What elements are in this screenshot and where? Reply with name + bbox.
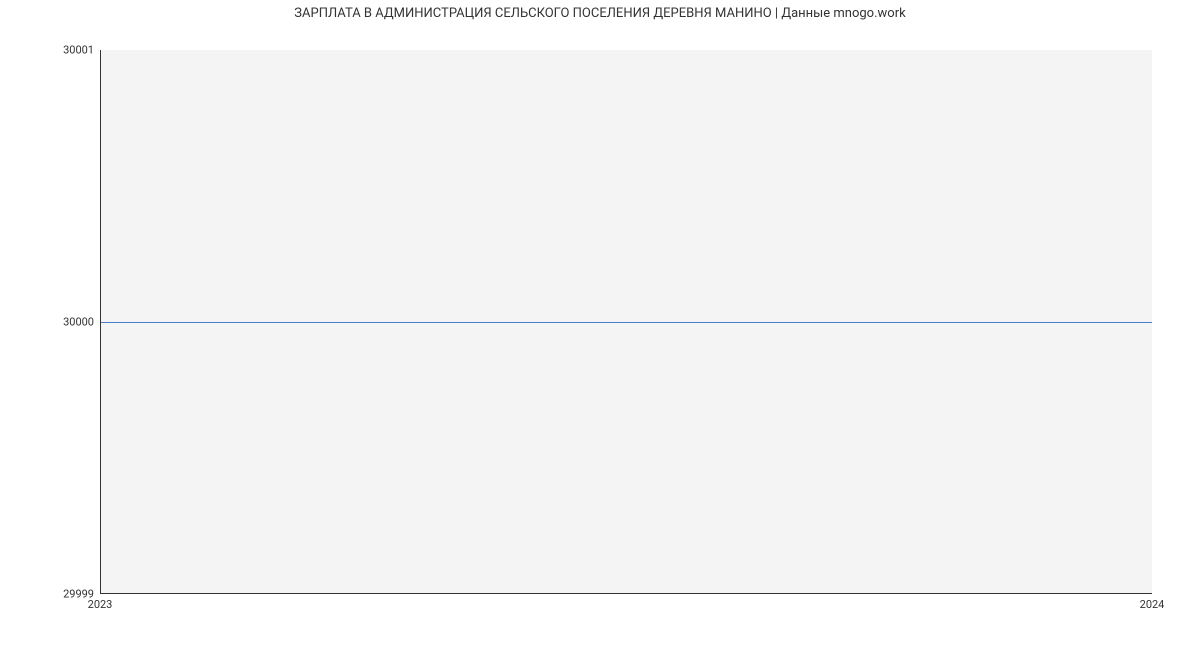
- x-tick-label: 2024: [1140, 594, 1165, 611]
- x-tick-label: 2023: [88, 594, 113, 611]
- y-tick-label: 30000: [63, 316, 100, 329]
- data-line: [101, 322, 1152, 323]
- y-tick-label: 30001: [63, 44, 100, 57]
- plot-area: [100, 50, 1152, 594]
- chart-title: ЗАРПЛАТА В АДМИНИСТРАЦИЯ СЕЛЬСКОГО ПОСЕЛ…: [0, 0, 1200, 21]
- chart-container: 30001 30000 29999 2023 2024: [100, 50, 1152, 594]
